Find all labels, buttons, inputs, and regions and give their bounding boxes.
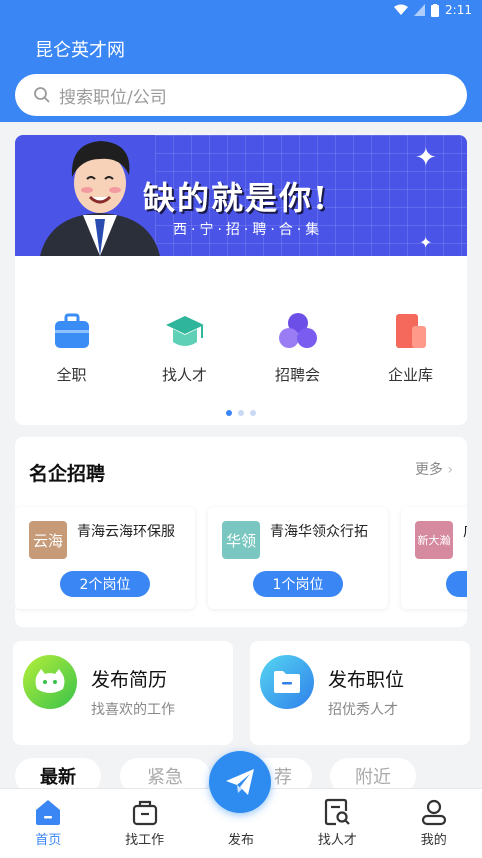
category-label: 找人才	[161, 366, 207, 384]
app-title: 昆仑英才网	[35, 40, 125, 61]
wifi-icon	[394, 4, 409, 15]
briefcase-icon	[54, 313, 89, 348]
pager-dot[interactable]	[250, 410, 256, 416]
action-subtitle: 找喜欢的工作	[91, 702, 175, 718]
category-label: 全职	[56, 366, 87, 384]
sparkle-icon: ✦	[419, 233, 433, 252]
category-find-talent[interactable]: 找人才	[140, 310, 230, 385]
company-logo: 云海	[29, 521, 67, 559]
category-grid: 全职 找人才 招聘会 企业库	[15, 310, 467, 385]
category-job-fair[interactable]: 招聘会	[253, 310, 343, 385]
action-title: 发布简历	[91, 669, 168, 691]
job-bag-icon	[132, 800, 157, 826]
tab-label: 发布	[227, 833, 254, 848]
banner-headline: 缺的就是你!	[143, 179, 330, 217]
tab-find-talent[interactable]: 找人才	[289, 789, 385, 858]
banner-pager	[15, 410, 467, 416]
building-icon	[395, 314, 426, 348]
search-placeholder: 搜索职位/公司	[59, 87, 167, 108]
status-icons: 2:11	[394, 3, 472, 17]
pager-dot[interactable]	[226, 410, 232, 416]
tab-home[interactable]: 首页	[0, 789, 96, 858]
user-icon	[421, 799, 446, 826]
post-resume-card[interactable]: 发布简历 找喜欢的工作	[13, 641, 233, 745]
search-input[interactable]: 搜索职位/公司	[15, 74, 467, 116]
circles-icon	[278, 313, 317, 348]
category-company-library[interactable]: 企业库	[366, 310, 456, 385]
status-bar: 2:11	[0, 0, 482, 22]
tab-label: 首页	[35, 833, 62, 848]
home-icon	[36, 800, 61, 825]
tab-find-job[interactable]: 找工作	[96, 789, 192, 858]
company-card[interactable]: 华领 青海华领众行拓 1个岗位	[208, 507, 388, 609]
company-logo: 新大瀚	[415, 521, 453, 559]
category-label: 企业库	[387, 366, 433, 384]
positions-button[interactable]: 2个岗位	[60, 571, 150, 597]
status-time: 2:11	[445, 3, 472, 17]
tab-label: 找工作	[125, 833, 165, 848]
category-full-time[interactable]: 全职	[27, 310, 117, 385]
company-card[interactable]: 新大瀚 广 3	[401, 507, 467, 609]
more-label: 更多	[414, 462, 443, 478]
banner-subline: 西·宁·招·聘·合·集	[173, 222, 324, 238]
company-card[interactable]: 云海 青海云海环保服 2个岗位	[15, 507, 195, 609]
folder-icon	[260, 655, 314, 709]
positions-button[interactable]: 1个岗位	[253, 571, 343, 597]
more-link[interactable]: 更多 ›	[415, 459, 453, 479]
chevron-right-icon: ›	[447, 462, 453, 478]
search-icon	[34, 87, 50, 103]
company-name: 广	[463, 521, 467, 541]
tab-label: 找人才	[317, 833, 357, 848]
resume-mascot-icon	[23, 655, 77, 709]
action-title: 发布职位	[328, 669, 405, 691]
app-header: 昆仑英才网 搜索职位/公司	[0, 22, 482, 122]
doc-search-icon	[325, 798, 351, 826]
battery-icon	[431, 3, 440, 17]
publish-button[interactable]	[209, 751, 271, 813]
company-name: 青海华领众行拓	[270, 524, 368, 540]
famous-companies-section: 名企招聘 更多 › 云海 青海云海环保服 2个岗位 华领 青海华领众行拓 1个岗…	[15, 437, 467, 627]
sparkle-icon: ✦	[415, 143, 437, 173]
promo-banner[interactable]: 缺的就是你! 西·宁·招·聘·合·集 ✦ ✦	[15, 135, 467, 256]
positions-button[interactable]: 3	[446, 571, 467, 597]
tab-mine[interactable]: 我的	[386, 789, 482, 858]
category-label: 招聘会	[274, 366, 320, 384]
home-top-card: 缺的就是你! 西·宁·招·聘·合·集 ✦ ✦ 全职 找人才 招聘会 企业库	[15, 135, 467, 425]
paper-plane-icon	[226, 769, 254, 795]
tab-label: 我的	[420, 833, 447, 848]
section-title: 名企招聘	[29, 463, 106, 485]
signal-icon	[414, 4, 426, 16]
action-subtitle: 招优秀人才	[328, 702, 398, 718]
pager-dot[interactable]	[238, 410, 244, 416]
company-name: 青海云海环保服	[77, 524, 175, 540]
company-logo: 华领	[222, 521, 260, 559]
post-job-card[interactable]: 发布职位 招优秀人才	[250, 641, 470, 745]
graduation-cap-icon	[165, 316, 204, 346]
